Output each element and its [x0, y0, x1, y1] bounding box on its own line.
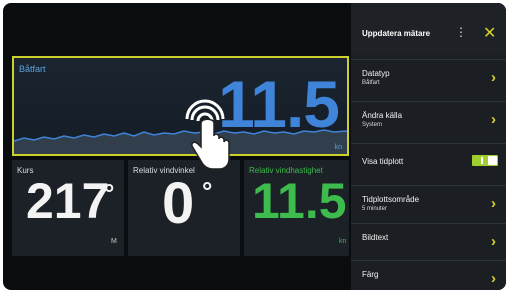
- panel-title: Uppdatera mätare: [362, 29, 431, 38]
- chevron-right-icon: ›: [491, 270, 496, 287]
- speed-unit: kn: [334, 144, 342, 151]
- chevron-right-icon: ›: [491, 195, 496, 212]
- course-unit: M: [111, 238, 117, 245]
- update-gauge-panel: Uppdatera mätare ⋮ ✕ Datatyp Båtfart › Ä…: [351, 3, 506, 290]
- menu-item-caption[interactable]: Bildtext ›: [351, 223, 506, 260]
- wind-speed-value: 11.5: [252, 173, 347, 229]
- menu-item-value: System: [362, 122, 383, 128]
- speed-label: Båtfart: [19, 64, 46, 74]
- gauge-area: Båtfart 11.5 kn Kurs 217 ° M Relativ vin…: [6, 3, 355, 290]
- course-gauge-tile[interactable]: Kurs 217 ° M: [12, 160, 124, 256]
- menu-item-timeplot-range[interactable]: Tidplottsområde 5 minuter ›: [351, 185, 506, 222]
- chevron-right-icon: ›: [491, 69, 496, 86]
- show-timeplot-toggle[interactable]: [472, 155, 498, 166]
- chevron-right-icon: ›: [491, 233, 496, 250]
- wind-angle-degree-symbol: °: [202, 176, 213, 206]
- menu-item-value: 5 minuter: [362, 206, 388, 212]
- chartplotter-screen: Båtfart 11.5 kn Kurs 217 ° M Relativ vin…: [3, 3, 506, 290]
- menu-item-title: Färg: [362, 270, 379, 279]
- menu-item-title: Tidplottsområde: [362, 195, 420, 204]
- menu-item-show-timeplot[interactable]: Visa tidplott: [351, 143, 506, 180]
- menu-item-title: Ändra källa: [362, 111, 403, 120]
- menu-item-title: Bildtext: [362, 233, 389, 242]
- wind-angle-gauge-tile[interactable]: Relativ vindvinkel 0 °: [128, 160, 240, 256]
- wind-speed-gauge-tile[interactable]: Relativ vindhastighet 11.5 kn: [244, 160, 349, 256]
- close-icon[interactable]: ✕: [483, 23, 496, 43]
- wind-speed-unit: kn: [339, 238, 347, 245]
- more-options-icon[interactable]: ⋮: [455, 25, 467, 39]
- wind-angle-value: 0: [162, 171, 195, 236]
- chevron-right-icon: ›: [491, 111, 496, 128]
- panel-header: Uppdatera mätare ⋮ ✕: [351, 3, 506, 55]
- toggle-on-mark: [481, 157, 483, 164]
- menu-item-value: Båtfart: [362, 80, 380, 86]
- menu-item-title: Visa tidplott: [362, 157, 404, 166]
- menu-item-title: Datatyp: [362, 69, 390, 78]
- menu-item-data-type[interactable]: Datatyp Båtfart ›: [351, 59, 506, 96]
- menu-item-color[interactable]: Färg ›: [351, 260, 506, 290]
- touch-gesture-hand-icon: [185, 99, 230, 170]
- menu-item-change-source[interactable]: Ändra källa System ›: [351, 101, 506, 138]
- course-value: 217: [26, 173, 110, 229]
- course-degree-symbol: °: [104, 178, 115, 208]
- speed-value: 11.5: [218, 67, 340, 141]
- toggle-knob: [488, 156, 497, 165]
